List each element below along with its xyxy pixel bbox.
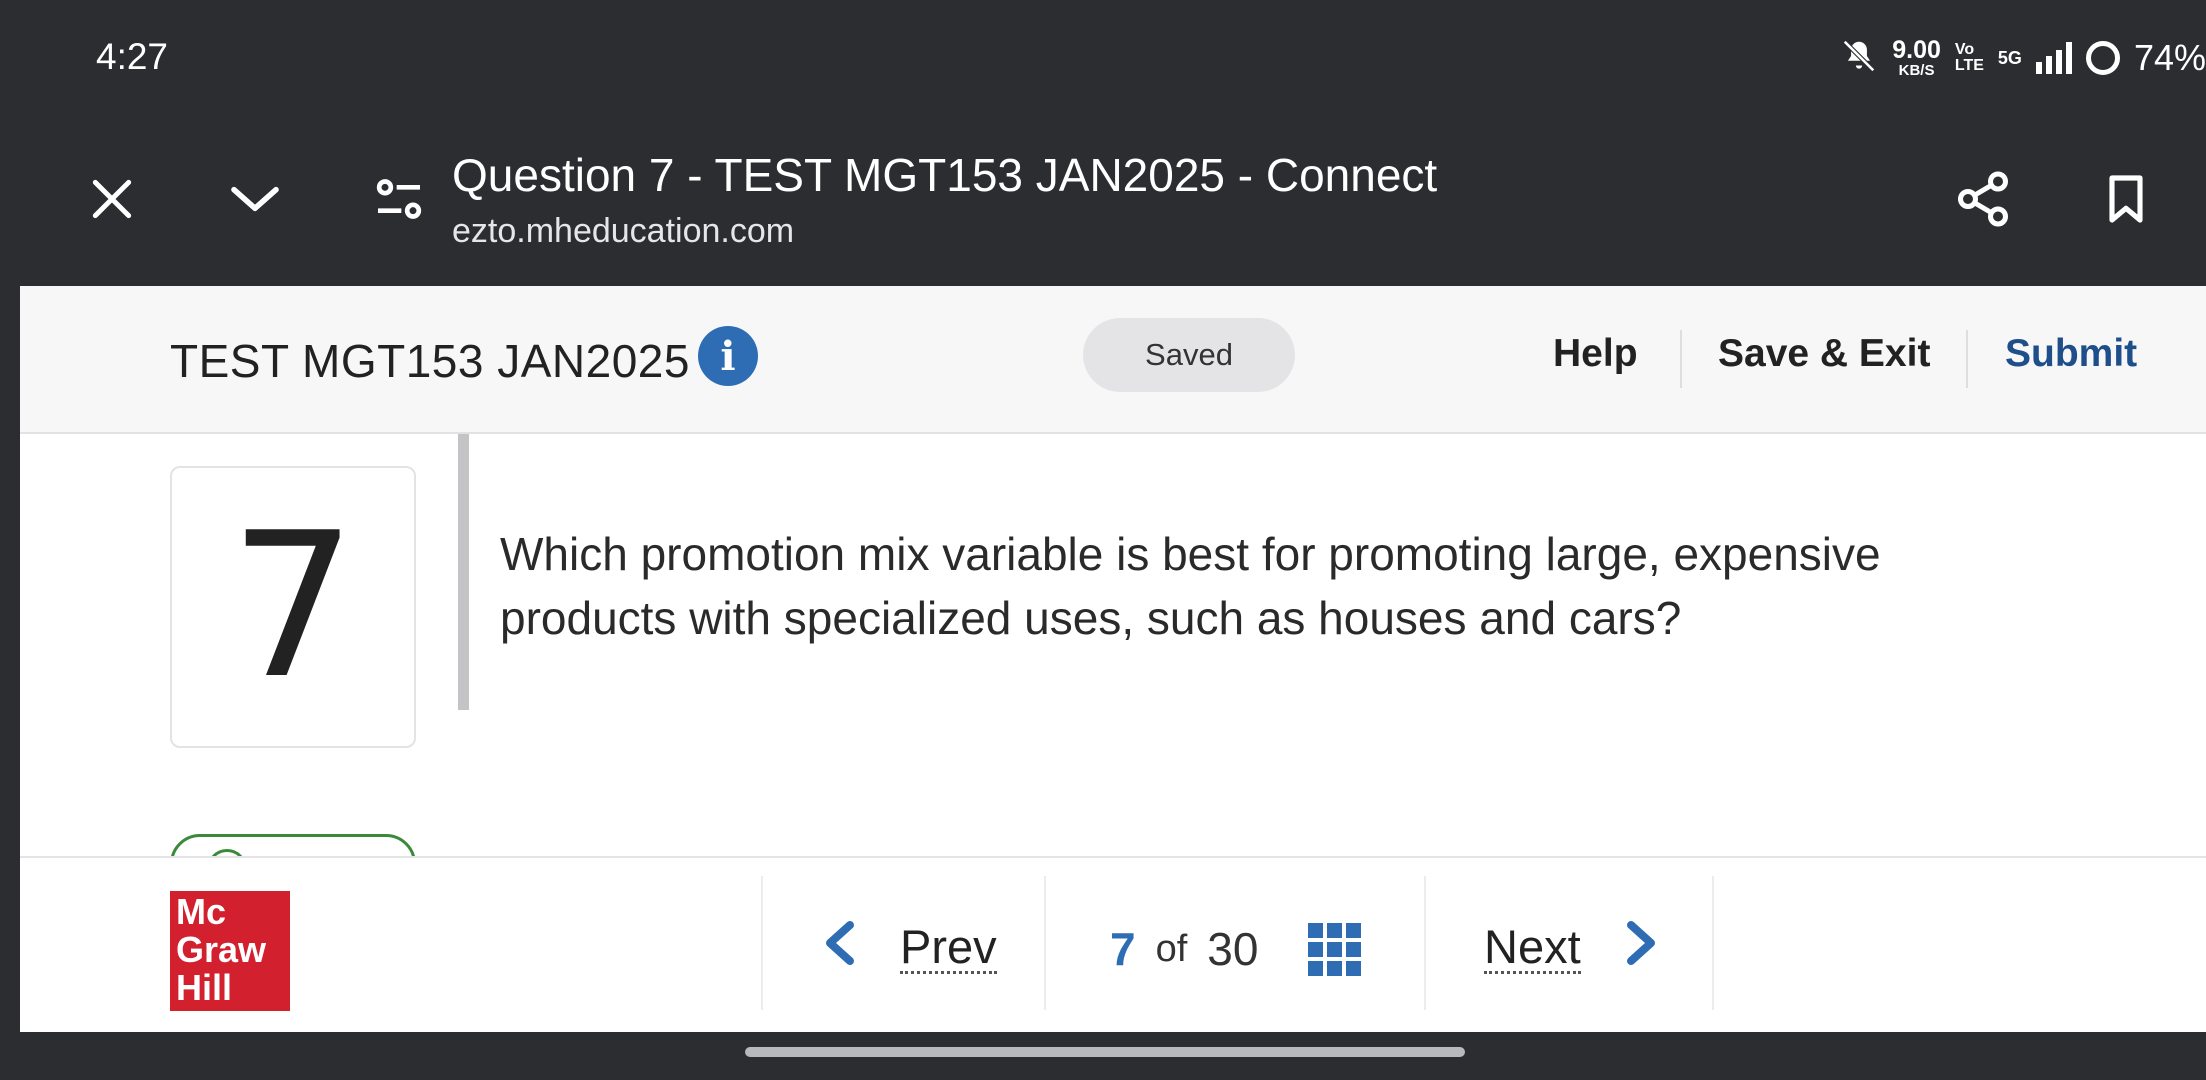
mcgraw-hill-logo: Mc Graw Hill [170, 891, 290, 1011]
prev-button[interactable]: Prev [820, 898, 997, 998]
total-pages: 30 [1207, 923, 1259, 975]
tab-title: Question 7 - TEST MGT153 JAN2025 - Conne… [452, 149, 1438, 201]
divider [1044, 876, 1046, 1010]
browser-toolbar: Question 7 - TEST MGT153 JAN2025 - Conne… [20, 114, 2206, 286]
volte-indicator: Vo LTE [1954, 41, 1984, 74]
question-number: 7 [229, 490, 357, 723]
help-button[interactable]: Help [1553, 332, 1638, 376]
footer-nav: Mc Graw Hill Prev 7 of 30 Next [20, 856, 2206, 1032]
question-accent-bar [458, 434, 469, 710]
divider [761, 876, 763, 1010]
home-gesture-bar[interactable] [745, 1047, 1465, 1057]
test-title: TEST MGT153 JAN2025 [170, 335, 690, 387]
divider [1424, 876, 1426, 1010]
page-url[interactable]: ezto.mheducation.com [452, 212, 794, 251]
prev-label: Prev [900, 919, 997, 975]
chevron-left-icon [820, 919, 860, 978]
question-number-box: 7 [170, 466, 416, 748]
submit-button[interactable]: Submit [2005, 332, 2137, 376]
close-icon[interactable] [67, 154, 157, 244]
info-icon[interactable]: i [698, 326, 758, 386]
save-exit-button[interactable]: Save & Exit [1718, 332, 1930, 376]
phone-screen: 4:27 9.00 KB/S Vo LTE 5G 74% Question 7 … [20, 0, 2206, 1080]
gesture-bar-area [20, 1032, 2206, 1080]
divider [1966, 330, 1968, 388]
clock: 4:27 [96, 36, 169, 77]
status-bar: 4:27 9.00 KB/S Vo LTE 5G 74% [20, 0, 2206, 114]
next-label: Next [1484, 919, 1581, 975]
chevron-down-icon[interactable] [210, 154, 300, 244]
signal-icon [2035, 42, 2072, 74]
bookmark-icon[interactable] [2081, 154, 2171, 244]
answer-status-pill[interactable] [170, 834, 416, 856]
network-type: 5G [1997, 47, 2022, 68]
saved-status-badge: Saved [1083, 318, 1295, 392]
question-area: 7 Which promotion mix variable is best f… [20, 434, 2206, 856]
grid-icon[interactable] [1308, 922, 1362, 976]
share-icon[interactable] [1938, 154, 2028, 244]
current-page: 7 [1110, 923, 1136, 975]
of-label: of [1155, 927, 1188, 970]
chevron-right-icon [1621, 919, 1661, 978]
test-header: TEST MGT153 JAN2025 i Saved Help Save & … [20, 286, 2206, 434]
status-icons: 9.00 KB/S Vo LTE 5G 74% [1840, 36, 2206, 80]
battery-level: 74% [2133, 37, 2206, 78]
mute-bell-icon [1840, 37, 1878, 80]
page-indicator[interactable]: 7 of 30 [1110, 914, 1362, 984]
divider [1712, 876, 1714, 1010]
page-settings-icon[interactable] [354, 154, 444, 244]
next-button[interactable]: Next [1484, 898, 1661, 998]
network-speed: 9.00 KB/S [1892, 36, 1941, 79]
question-text: Which promotion mix variable is best for… [500, 528, 1881, 644]
status-circle-icon [207, 849, 247, 856]
divider [1680, 330, 1682, 388]
battery-icon [2085, 41, 2120, 75]
